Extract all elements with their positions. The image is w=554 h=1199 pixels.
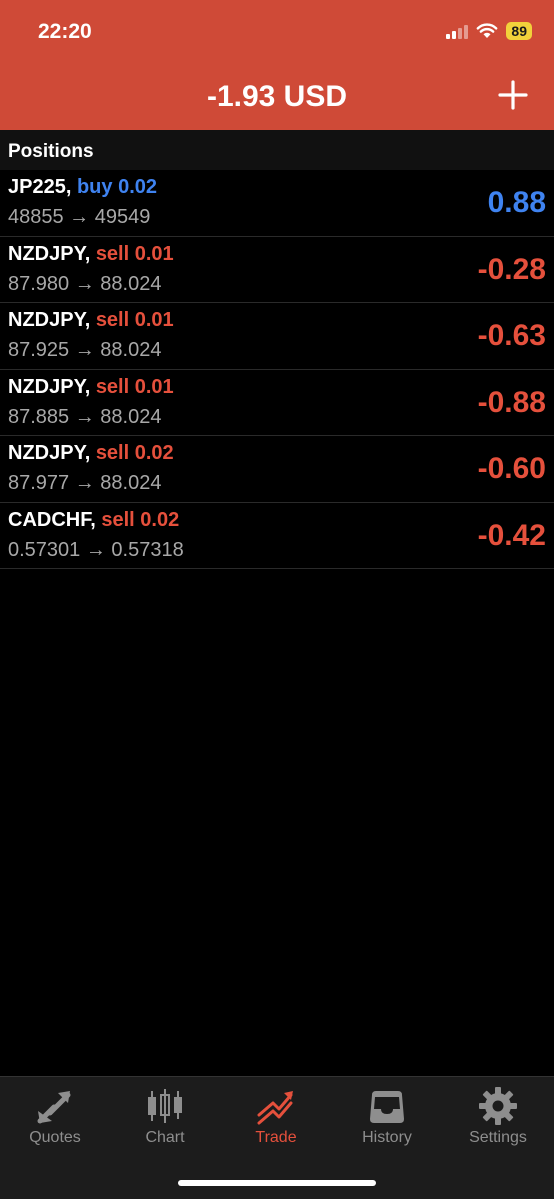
gear-icon bbox=[479, 1087, 517, 1125]
positions-list: JP225, buy 0.02 48855 → 49549 0.88 NZDJP… bbox=[0, 170, 554, 569]
position-symbol: CADCHF, bbox=[8, 508, 96, 531]
header-bar: 22:20 89 -1.93 USD bbox=[0, 0, 554, 130]
position-profit: 0.88 bbox=[487, 186, 546, 219]
positions-section-title: Positions bbox=[0, 130, 554, 170]
position-prices: 0.57301 → 0.57318 bbox=[8, 538, 184, 561]
quotes-icon bbox=[37, 1091, 71, 1124]
position-symbol: NZDJPY, bbox=[8, 242, 91, 265]
tab-label: Chart bbox=[145, 1129, 185, 1146]
position-row[interactable]: CADCHF, sell 0.02 0.57301 → 0.57318 -0.4… bbox=[0, 503, 554, 569]
position-prices: 48855 → 49549 bbox=[8, 206, 151, 228]
inbox-icon bbox=[370, 1091, 404, 1123]
position-side: sell 0.02 bbox=[95, 442, 174, 464]
position-profit: -0.63 bbox=[477, 319, 546, 352]
position-row[interactable]: NZDJPY, sell 0.01 87.925 → 88.024 -0.63 bbox=[0, 303, 554, 370]
position-side: sell 0.01 bbox=[95, 309, 174, 331]
position-row[interactable]: JP225, buy 0.02 48855 → 49549 0.88 bbox=[0, 170, 554, 237]
tab-history[interactable]: History bbox=[332, 1085, 442, 1147]
tab-label: Settings bbox=[469, 1129, 527, 1146]
position-prices: 87.980 → 88.024 bbox=[8, 272, 162, 295]
position-row[interactable]: NZDJPY, sell 0.01 87.885 → 88.024 -0.88 bbox=[0, 370, 554, 436]
battery-icon: 89 bbox=[506, 22, 532, 40]
status-icons: 89 bbox=[446, 22, 532, 40]
position-symbol: JP225, bbox=[8, 176, 72, 198]
wifi-icon bbox=[477, 23, 498, 38]
tab-label: Trade bbox=[255, 1129, 297, 1146]
tab-label: Quotes bbox=[29, 1129, 81, 1146]
status-time: 22:20 bbox=[38, 20, 92, 43]
position-profit: -0.60 bbox=[477, 452, 546, 485]
account-balance: -1.93 USD bbox=[206, 80, 348, 113]
tab-quotes[interactable]: Quotes bbox=[0, 1085, 110, 1147]
position-side: buy 0.02 bbox=[76, 176, 157, 198]
trade-icon bbox=[257, 1091, 293, 1125]
position-row[interactable]: NZDJPY, sell 0.02 87.977 → 88.024 -0.60 bbox=[0, 436, 554, 503]
position-prices: 87.925 → 88.024 bbox=[8, 339, 162, 361]
plus-icon[interactable] bbox=[498, 78, 528, 112]
position-row[interactable]: NZDJPY, sell 0.01 87.980 → 88.024 -0.28 bbox=[0, 237, 554, 303]
position-symbol: NZDJPY, bbox=[8, 442, 91, 464]
home-indicator[interactable] bbox=[178, 1180, 376, 1186]
tab-label: History bbox=[362, 1129, 412, 1146]
candlestick-icon bbox=[148, 1089, 182, 1123]
cellular-signal-icon bbox=[446, 23, 469, 39]
position-profit: -0.88 bbox=[477, 385, 546, 419]
tab-chart[interactable]: Chart bbox=[110, 1085, 220, 1147]
tab-settings[interactable]: Settings bbox=[443, 1085, 553, 1147]
position-prices: 87.977 → 88.024 bbox=[8, 472, 162, 494]
position-side: sell 0.02 bbox=[101, 508, 180, 531]
position-symbol: NZDJPY, bbox=[8, 375, 91, 398]
position-prices: 87.885 → 88.024 bbox=[8, 405, 162, 428]
tab-trade[interactable]: Trade bbox=[221, 1085, 331, 1147]
position-side: sell 0.01 bbox=[95, 242, 174, 265]
position-profit: -0.28 bbox=[477, 252, 546, 286]
position-profit: -0.42 bbox=[477, 518, 546, 552]
position-side: sell 0.01 bbox=[95, 375, 174, 398]
position-symbol: NZDJPY, bbox=[8, 309, 91, 331]
